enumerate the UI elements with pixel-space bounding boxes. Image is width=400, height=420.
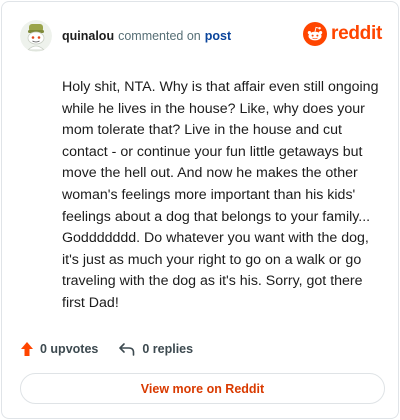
attribution-text: commented on [118, 29, 201, 43]
username-link[interactable]: quinalou [62, 29, 114, 43]
reddit-logo-icon [303, 22, 328, 46]
replies-count: 0 replies [142, 342, 194, 356]
comment-header: quinalou commented on post reddit [20, 16, 382, 56]
reddit-brand[interactable]: reddit [303, 22, 382, 46]
post-link[interactable]: post [205, 29, 231, 43]
upvote-count: 0 upvotes [40, 342, 99, 356]
brand-wordmark: reddit [331, 23, 382, 44]
comment-attribution: quinalou commented on post [62, 29, 231, 43]
comment-body: Holy shit, NTA. Why is that affair even … [62, 79, 379, 311]
upvote-button[interactable]: 0 upvotes [20, 341, 98, 357]
reply-arrow-icon [119, 343, 135, 356]
replies-button[interactable]: 0 replies [118, 341, 193, 357]
embedded-comment-card: quinalou commented on post reddit Holy s… [1, 1, 399, 419]
comment-actions: 0 upvotes 0 replies [20, 339, 193, 359]
view-more-button[interactable]: View more on Reddit [20, 373, 385, 404]
snoo-avatar-icon [20, 20, 52, 52]
upvote-arrow-icon [21, 342, 33, 356]
user-avatar[interactable] [20, 20, 52, 52]
